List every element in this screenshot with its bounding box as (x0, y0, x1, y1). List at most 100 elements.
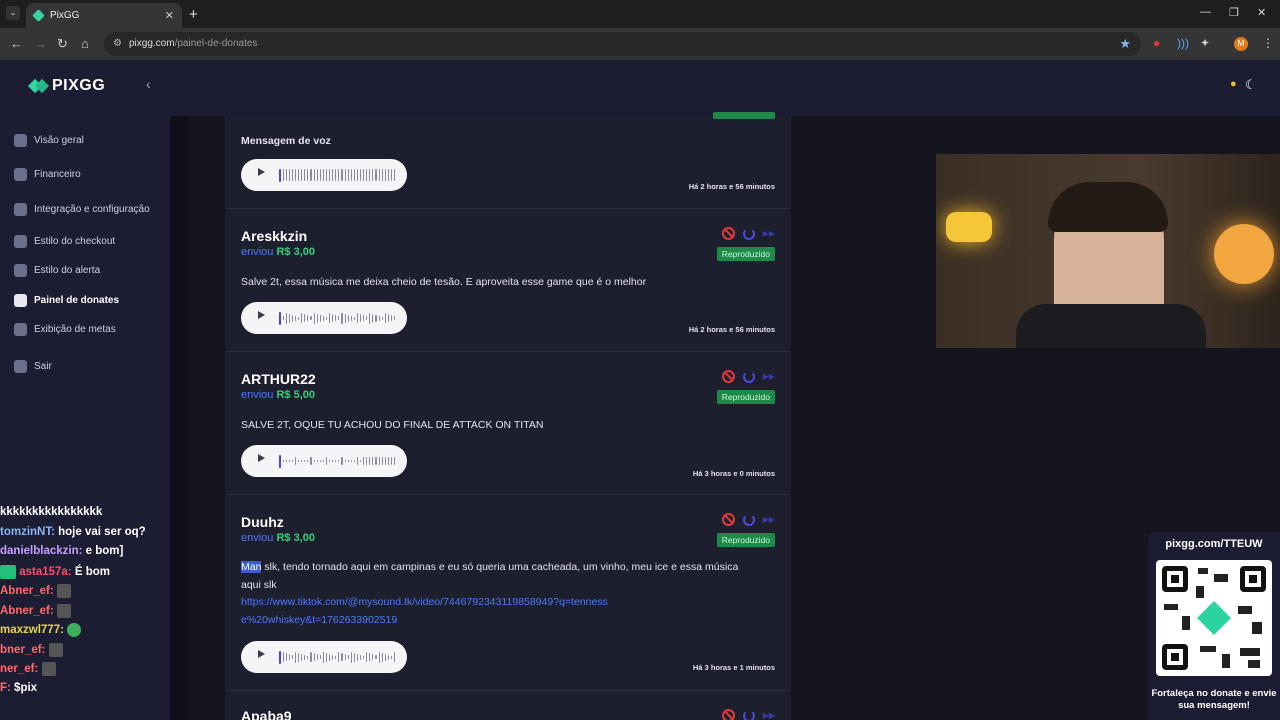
chat-user: maxzwl777: (0, 624, 64, 637)
waveform[interactable] (279, 454, 396, 468)
waveform-bar (316, 654, 318, 660)
browser-menu-icon[interactable]: ⋮ (1262, 36, 1274, 50)
theme-toggle[interactable]: ● ☾ (1230, 77, 1260, 92)
replay-icon[interactable] (742, 370, 755, 383)
waveform-bar (378, 457, 380, 465)
sidebar-item-estilo-checkout[interactable]: Estilo do checkout (14, 235, 115, 248)
waveform-bar (307, 655, 309, 659)
sidebar-item-exibicao-metas[interactable]: Exibição de metas (14, 323, 116, 336)
waveform-bar (279, 168, 281, 182)
waveform[interactable] (279, 168, 396, 182)
home-icon[interactable]: ⌂ (81, 36, 89, 51)
waveform-bar (332, 169, 334, 181)
forward-icon[interactable]: → (34, 36, 47, 51)
waveform-bar (298, 169, 300, 181)
close-window-button[interactable]: ✕ (1257, 6, 1266, 19)
extensions-puzzle-icon[interactable]: ✦ (1200, 36, 1210, 50)
sidebar-item-estilo-alerta[interactable]: Estilo do alerta (14, 264, 100, 277)
waveform-bar (378, 651, 380, 663)
play-icon[interactable] (258, 454, 265, 462)
waveform-bar (390, 655, 393, 659)
collapse-sidebar-icon[interactable]: ‹ (146, 76, 151, 92)
waveform-bar (375, 314, 377, 322)
waveform-bar (356, 313, 358, 323)
qr-caption: Fortaleça no donate e envie sua mensagem… (1151, 688, 1277, 711)
audio-player[interactable] (241, 445, 407, 477)
qr-module (1252, 622, 1262, 634)
audio-player[interactable] (241, 302, 407, 334)
sidebar-item-painel-donates[interactable]: Painel de donates (14, 294, 119, 307)
waveform-bar (332, 654, 334, 660)
block-icon[interactable] (721, 370, 735, 383)
restore-button[interactable]: ❐ (1229, 6, 1239, 19)
back-icon[interactable]: ← (10, 36, 23, 51)
block-icon[interactable] (721, 227, 735, 240)
donor-name: ARTHUR22 (241, 371, 316, 387)
qr-finder (1240, 566, 1266, 592)
emote-icon (41, 662, 56, 676)
skip-icon[interactable]: ▶▶ (763, 711, 775, 720)
waveform-bar (375, 655, 377, 659)
waveform-bar (316, 460, 318, 462)
minimize-button[interactable]: — (1200, 6, 1211, 18)
waveform-bar (347, 169, 349, 181)
waveform-bar (353, 460, 355, 462)
waveform-bar (335, 315, 337, 321)
waveform-bar (390, 457, 393, 465)
address-toolbar: ← → ↻ ⌂ ⚙ pixgg.com/painel-de-donates ★ … (0, 28, 1280, 60)
skip-icon[interactable]: ▶▶ (763, 229, 775, 238)
waveform-bar (366, 652, 368, 662)
webcam-overlay (936, 154, 1280, 348)
new-tab-button[interactable]: + (189, 6, 198, 23)
sidebar-item-sair[interactable]: Sair (14, 360, 52, 373)
waveform-bar (288, 169, 290, 181)
waveform-bar (291, 314, 294, 322)
chat-text: É bom (71, 565, 110, 578)
audio-player[interactable] (241, 641, 407, 673)
waveform[interactable] (279, 650, 396, 664)
play-icon[interactable] (258, 650, 265, 658)
sidebar-item-integracao[interactable]: Integração e configuração (14, 203, 150, 216)
browser-tab[interactable]: PixGG ✕ (26, 3, 182, 28)
reload-icon[interactable]: ↻ (57, 36, 68, 52)
extension-icon[interactable]: ))) (1177, 36, 1189, 50)
waveform-bar (304, 314, 306, 322)
site-info-icon[interactable]: ⚙ (113, 32, 122, 56)
play-icon[interactable] (258, 168, 265, 176)
donate-actions: ▶▶ (721, 513, 775, 526)
audio-player[interactable] (241, 159, 407, 191)
logout-icon (14, 360, 27, 373)
replay-icon[interactable] (742, 513, 755, 526)
extension-icon[interactable]: ● (1153, 36, 1160, 50)
donate-card: Areskkzin enviou R$ 3,00 ▶▶ Reproduzido … (225, 209, 791, 352)
url-input[interactable]: ⚙ pixgg.com/painel-de-donates ★ (104, 32, 1141, 56)
donate-link[interactable]: https://www.tiktok.com/@mysound.tk/video… (241, 593, 611, 629)
replay-icon[interactable] (742, 227, 755, 240)
pixgg-logo[interactable]: PIXGG (28, 77, 105, 95)
waveform-bar (394, 169, 396, 181)
sidebar-item-financeiro[interactable]: Financeiro (14, 168, 81, 181)
bookmark-star-icon[interactable]: ★ (1119, 32, 1131, 56)
waveform-bar (279, 454, 281, 468)
chat-text: hoje vai ser oq? (54, 525, 146, 538)
skip-icon[interactable]: ▶▶ (763, 515, 775, 524)
waveform-bar (335, 169, 337, 181)
chat-message: maxzwl777: (0, 623, 170, 643)
sent-label: enviou (241, 532, 274, 544)
block-icon[interactable] (721, 513, 735, 526)
donate-time: Há 2 horas e 56 minutos (688, 325, 775, 334)
skip-icon[interactable]: ▶▶ (763, 372, 775, 381)
settings-icon (14, 203, 27, 216)
play-icon[interactable] (258, 311, 265, 319)
waveform-bar (338, 316, 340, 320)
block-icon[interactable] (721, 709, 735, 720)
sun-icon: ● (1230, 78, 1237, 90)
donate-actions: ▶▶ (721, 370, 775, 383)
sidebar-item-visao-geral[interactable]: Visão geral (14, 134, 84, 147)
profile-avatar[interactable]: M (1234, 37, 1248, 51)
waveform[interactable] (279, 311, 396, 325)
sent-label: enviou (241, 246, 274, 258)
replay-icon[interactable] (742, 709, 755, 720)
tab-search-button[interactable]: ⌄ (6, 6, 20, 20)
close-tab-icon[interactable]: ✕ (165, 9, 174, 22)
